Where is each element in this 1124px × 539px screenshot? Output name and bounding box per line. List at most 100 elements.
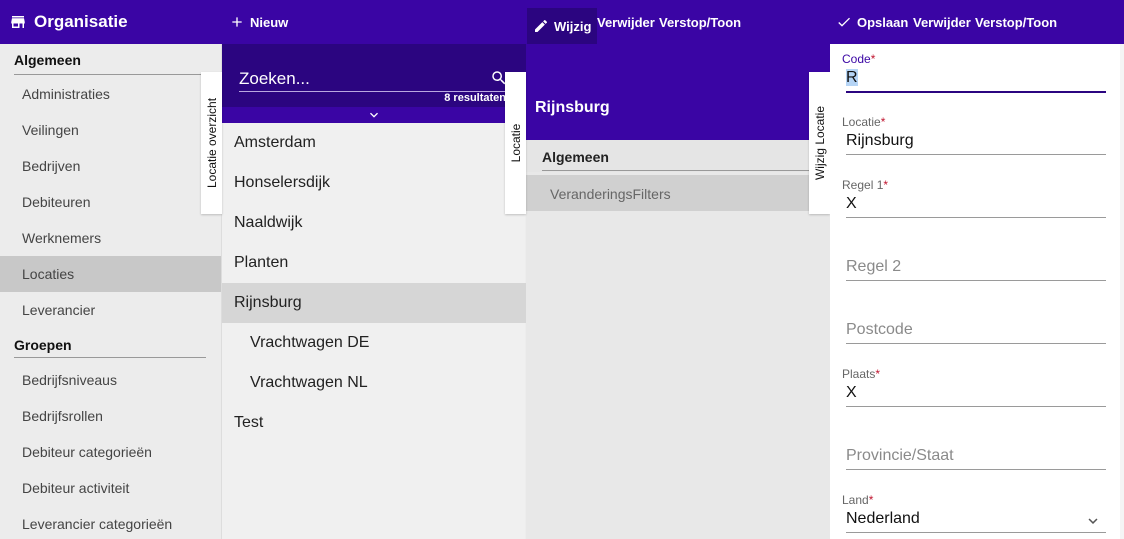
required-mark: * [868, 493, 874, 507]
detail-title: Rijnsburg [535, 99, 610, 116]
land-value: Nederland [846, 510, 920, 527]
plaats-value: X [846, 384, 857, 401]
sidebar-item-veilingen[interactable]: Veilingen [0, 112, 221, 148]
code-value: R [846, 69, 858, 87]
field-underline [846, 343, 1106, 344]
regel2-placeholder: Regel 2 [846, 258, 902, 275]
sidebar-item-debiteur-categorieen[interactable]: Debiteur categorieën [0, 434, 221, 470]
expand-search-toggle[interactable] [222, 107, 526, 123]
plaats-label-text: Plaats [842, 367, 876, 381]
plus-icon [232, 17, 242, 27]
required-mark: * [883, 178, 889, 192]
sidebar-item-debiteur-activiteit[interactable]: Debiteur activiteit [0, 470, 221, 506]
edit-location-form: Code* R Locatie* Rijnsburg Regel 1* X Re… [830, 44, 1120, 539]
sidebar-section-algemeen: Algemeen [0, 44, 221, 76]
postcode-field[interactable]: Postcode [842, 296, 1106, 351]
detail-item-label: VeranderingsFilters [550, 186, 671, 202]
detail-item-veranderingsfilters[interactable]: VeranderingsFilters [526, 175, 830, 211]
form-scrollbar[interactable] [1120, 44, 1124, 539]
field-underline [846, 280, 1106, 281]
list-item[interactable]: Naaldwijk [222, 203, 526, 243]
form-delete-button[interactable]: Verwijder [913, 0, 971, 44]
detail-header: Rijnsburg [526, 44, 830, 140]
regel1-label: Regel 1* [842, 178, 888, 192]
new-button[interactable]: Nieuw [229, 0, 288, 44]
provincie-placeholder: Provincie/Staat [846, 447, 954, 464]
tab-label: Wijzig Locatie [812, 105, 827, 181]
chevron-down-icon [370, 112, 378, 118]
search-placeholder: Zoeken... [239, 68, 310, 88]
field-underline [846, 532, 1106, 533]
save-button[interactable]: Opslaan [836, 0, 908, 44]
postcode-placeholder: Postcode [846, 321, 913, 338]
code-field[interactable]: Code* R [842, 44, 1106, 99]
list-item[interactable]: Vrachtwagen DE [222, 323, 526, 363]
list-item-selected[interactable]: Rijnsburg [222, 283, 526, 323]
divider [14, 74, 206, 75]
edit-button-label: Wijzig [554, 18, 592, 34]
list-item[interactable]: Planten [222, 243, 526, 283]
search-input[interactable]: Zoeken... [239, 66, 508, 92]
app-title-area: Organisatie [8, 0, 128, 44]
list-item[interactable]: Vrachtwagen NL [222, 363, 526, 403]
search-area: Zoeken... 8 resultaten [222, 44, 526, 123]
toggle-button[interactable]: Verstop/Toon [659, 0, 741, 44]
detail-section-algemeen[interactable]: Algemeen [526, 140, 830, 172]
code-label: Code* [842, 52, 875, 66]
store-icon [11, 16, 25, 28]
sidebar-item-leverancier-categorieen[interactable]: Leverancier categorieën [0, 506, 221, 539]
sidebar-item-leverancier[interactable]: Leverancier [0, 292, 221, 328]
required-mark: * [880, 115, 886, 129]
required-mark: * [870, 52, 876, 66]
required-mark: * [875, 367, 881, 381]
check-icon [838, 17, 850, 27]
sidebar-section-title: Algemeen [14, 52, 81, 68]
divider [542, 170, 810, 171]
sidebar-item-administraties[interactable]: Administraties [0, 76, 221, 112]
land-label-text: Land [842, 493, 869, 507]
tab-locatie-overzicht[interactable]: Locatie overzicht [201, 72, 222, 214]
tab-wijzig-locatie[interactable]: Wijzig Locatie [809, 72, 830, 214]
locatie-field[interactable]: Locatie* Rijnsburg [842, 107, 1106, 162]
regel1-value: X [846, 195, 857, 212]
chevron-down-icon[interactable] [1084, 512, 1102, 530]
field-underline [846, 91, 1106, 93]
sidebar-item-debiteuren[interactable]: Debiteuren [0, 184, 221, 220]
tab-locatie[interactable]: Locatie [505, 72, 526, 214]
pencil-icon [535, 19, 548, 32]
land-select[interactable]: Land* Nederland [842, 485, 1106, 539]
list-item[interactable]: Honselersdijk [222, 163, 526, 203]
land-label: Land* [842, 493, 873, 507]
regel2-field[interactable]: Regel 2 [842, 233, 1106, 288]
locatie-label: Locatie* [842, 115, 885, 129]
tab-label: Locatie overzicht [204, 97, 219, 189]
sidebar-item-bedrijfsrollen[interactable]: Bedrijfsrollen [0, 398, 221, 434]
detail-section-title: Algemeen [542, 149, 609, 165]
form-toggle-button[interactable]: Verstop/Toon [975, 0, 1057, 44]
sidebar-item-bedrijfsniveaus[interactable]: Bedrijfsniveaus [0, 362, 221, 398]
list-item[interactable]: Amsterdam [222, 123, 526, 163]
location-detail-panel: Rijnsburg Algemeen VeranderingsFilters [526, 44, 830, 539]
plaats-label: Plaats* [842, 367, 880, 381]
code-label-text: Code [842, 52, 871, 66]
sidebar-item-bedrijven[interactable]: Bedrijven [0, 148, 221, 184]
code-value-text: R [846, 69, 858, 86]
sidebar-section-groepen: Groepen [0, 328, 221, 362]
regel1-field[interactable]: Regel 1* X [842, 170, 1106, 225]
list-item[interactable]: Test [222, 403, 526, 443]
location-list-panel: Zoeken... 8 resultaten Amsterdam Honsele… [221, 44, 526, 539]
field-underline [846, 469, 1106, 470]
sidebar-item-locaties[interactable]: Locaties [0, 256, 221, 292]
plaats-field[interactable]: Plaats* X [842, 359, 1106, 414]
top-toolbar: Organisatie Nieuw Wijzig Verwijder Verst… [0, 0, 1124, 44]
field-underline [846, 406, 1106, 407]
provincie-field[interactable]: Provincie/Staat [842, 422, 1106, 477]
sidebar-item-werknemers[interactable]: Werknemers [0, 220, 221, 256]
edit-button[interactable]: Wijzig [527, 8, 598, 44]
results-count: 8 resultaten [444, 92, 506, 104]
locatie-value: Rijnsburg [846, 132, 914, 149]
field-underline [846, 217, 1106, 218]
divider [14, 357, 206, 358]
delete-button[interactable]: Verwijder [597, 0, 655, 44]
tab-label: Locatie [508, 123, 523, 163]
